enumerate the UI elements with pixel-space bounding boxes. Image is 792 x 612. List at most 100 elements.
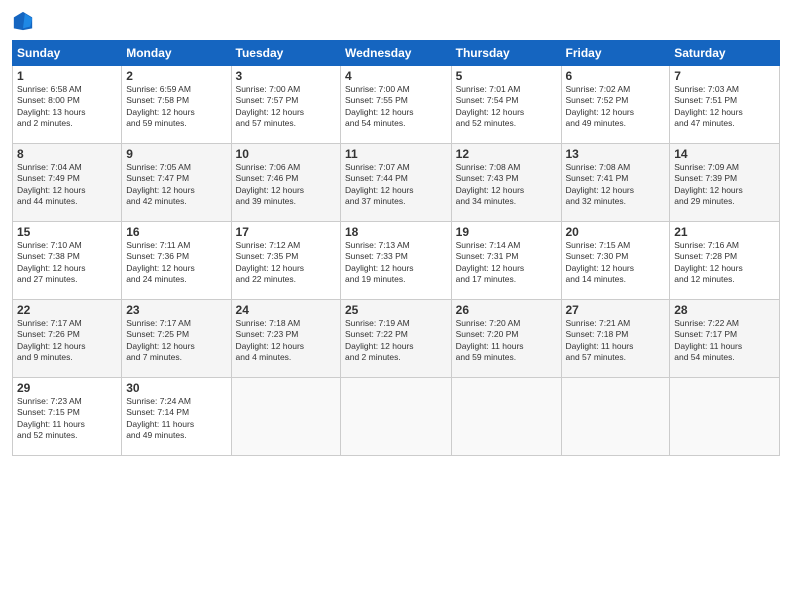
day-info: Sunrise: 7:17 AM Sunset: 7:25 PM Dayligh… xyxy=(126,318,226,364)
column-header-friday: Friday xyxy=(561,41,670,66)
day-info: Sunrise: 7:10 AM Sunset: 7:38 PM Dayligh… xyxy=(17,240,117,286)
day-info: Sunrise: 7:00 AM Sunset: 7:57 PM Dayligh… xyxy=(236,84,336,130)
day-number: 29 xyxy=(17,381,117,395)
day-number: 6 xyxy=(566,69,666,83)
calendar-cell: 30Sunrise: 7:24 AM Sunset: 7:14 PM Dayli… xyxy=(122,378,231,456)
day-info: Sunrise: 7:07 AM Sunset: 7:44 PM Dayligh… xyxy=(345,162,447,208)
calendar-cell: 7Sunrise: 7:03 AM Sunset: 7:51 PM Daylig… xyxy=(670,66,780,144)
day-info: Sunrise: 7:08 AM Sunset: 7:43 PM Dayligh… xyxy=(456,162,557,208)
day-number: 23 xyxy=(126,303,226,317)
day-info: Sunrise: 7:20 AM Sunset: 7:20 PM Dayligh… xyxy=(456,318,557,364)
logo-icon xyxy=(12,10,34,32)
day-number: 20 xyxy=(566,225,666,239)
calendar-cell: 8Sunrise: 7:04 AM Sunset: 7:49 PM Daylig… xyxy=(13,144,122,222)
day-info: Sunrise: 7:17 AM Sunset: 7:26 PM Dayligh… xyxy=(17,318,117,364)
day-number: 25 xyxy=(345,303,447,317)
day-info: Sunrise: 7:06 AM Sunset: 7:46 PM Dayligh… xyxy=(236,162,336,208)
column-header-tuesday: Tuesday xyxy=(231,41,340,66)
calendar-week-1: 1Sunrise: 6:58 AM Sunset: 8:00 PM Daylig… xyxy=(13,66,780,144)
day-number: 30 xyxy=(126,381,226,395)
calendar-week-3: 15Sunrise: 7:10 AM Sunset: 7:38 PM Dayli… xyxy=(13,222,780,300)
day-info: Sunrise: 7:24 AM Sunset: 7:14 PM Dayligh… xyxy=(126,396,226,442)
calendar-cell: 3Sunrise: 7:00 AM Sunset: 7:57 PM Daylig… xyxy=(231,66,340,144)
calendar-header-row: SundayMondayTuesdayWednesdayThursdayFrid… xyxy=(13,41,780,66)
day-number: 28 xyxy=(674,303,775,317)
day-info: Sunrise: 7:02 AM Sunset: 7:52 PM Dayligh… xyxy=(566,84,666,130)
column-header-monday: Monday xyxy=(122,41,231,66)
calendar-cell: 19Sunrise: 7:14 AM Sunset: 7:31 PM Dayli… xyxy=(451,222,561,300)
day-info: Sunrise: 7:14 AM Sunset: 7:31 PM Dayligh… xyxy=(456,240,557,286)
day-info: Sunrise: 7:22 AM Sunset: 7:17 PM Dayligh… xyxy=(674,318,775,364)
day-info: Sunrise: 7:21 AM Sunset: 7:18 PM Dayligh… xyxy=(566,318,666,364)
calendar-cell: 28Sunrise: 7:22 AM Sunset: 7:17 PM Dayli… xyxy=(670,300,780,378)
calendar-table: SundayMondayTuesdayWednesdayThursdayFrid… xyxy=(12,40,780,456)
calendar-cell: 18Sunrise: 7:13 AM Sunset: 7:33 PM Dayli… xyxy=(341,222,452,300)
day-number: 1 xyxy=(17,69,117,83)
calendar-cell: 10Sunrise: 7:06 AM Sunset: 7:46 PM Dayli… xyxy=(231,144,340,222)
day-number: 8 xyxy=(17,147,117,161)
day-number: 3 xyxy=(236,69,336,83)
page-container: SundayMondayTuesdayWednesdayThursdayFrid… xyxy=(0,0,792,612)
day-number: 10 xyxy=(236,147,336,161)
day-info: Sunrise: 6:58 AM Sunset: 8:00 PM Dayligh… xyxy=(17,84,117,130)
header xyxy=(12,10,780,32)
day-number: 15 xyxy=(17,225,117,239)
day-number: 4 xyxy=(345,69,447,83)
day-info: Sunrise: 7:13 AM Sunset: 7:33 PM Dayligh… xyxy=(345,240,447,286)
day-number: 2 xyxy=(126,69,226,83)
day-number: 14 xyxy=(674,147,775,161)
calendar-cell: 22Sunrise: 7:17 AM Sunset: 7:26 PM Dayli… xyxy=(13,300,122,378)
day-number: 22 xyxy=(17,303,117,317)
calendar-cell: 20Sunrise: 7:15 AM Sunset: 7:30 PM Dayli… xyxy=(561,222,670,300)
day-number: 13 xyxy=(566,147,666,161)
day-info: Sunrise: 7:15 AM Sunset: 7:30 PM Dayligh… xyxy=(566,240,666,286)
calendar-cell: 9Sunrise: 7:05 AM Sunset: 7:47 PM Daylig… xyxy=(122,144,231,222)
calendar-cell: 14Sunrise: 7:09 AM Sunset: 7:39 PM Dayli… xyxy=(670,144,780,222)
day-info: Sunrise: 7:03 AM Sunset: 7:51 PM Dayligh… xyxy=(674,84,775,130)
calendar-week-4: 22Sunrise: 7:17 AM Sunset: 7:26 PM Dayli… xyxy=(13,300,780,378)
day-info: Sunrise: 7:00 AM Sunset: 7:55 PM Dayligh… xyxy=(345,84,447,130)
calendar-cell: 6Sunrise: 7:02 AM Sunset: 7:52 PM Daylig… xyxy=(561,66,670,144)
calendar-cell: 11Sunrise: 7:07 AM Sunset: 7:44 PM Dayli… xyxy=(341,144,452,222)
calendar-cell xyxy=(670,378,780,456)
day-info: Sunrise: 7:16 AM Sunset: 7:28 PM Dayligh… xyxy=(674,240,775,286)
day-number: 5 xyxy=(456,69,557,83)
calendar-cell: 4Sunrise: 7:00 AM Sunset: 7:55 PM Daylig… xyxy=(341,66,452,144)
calendar-cell xyxy=(561,378,670,456)
calendar-cell xyxy=(341,378,452,456)
calendar-cell xyxy=(451,378,561,456)
day-info: Sunrise: 7:08 AM Sunset: 7:41 PM Dayligh… xyxy=(566,162,666,208)
day-info: Sunrise: 7:01 AM Sunset: 7:54 PM Dayligh… xyxy=(456,84,557,130)
day-info: Sunrise: 7:05 AM Sunset: 7:47 PM Dayligh… xyxy=(126,162,226,208)
day-info: Sunrise: 7:04 AM Sunset: 7:49 PM Dayligh… xyxy=(17,162,117,208)
day-number: 19 xyxy=(456,225,557,239)
day-number: 9 xyxy=(126,147,226,161)
calendar-cell: 15Sunrise: 7:10 AM Sunset: 7:38 PM Dayli… xyxy=(13,222,122,300)
calendar-week-5: 29Sunrise: 7:23 AM Sunset: 7:15 PM Dayli… xyxy=(13,378,780,456)
day-info: Sunrise: 7:12 AM Sunset: 7:35 PM Dayligh… xyxy=(236,240,336,286)
day-number: 24 xyxy=(236,303,336,317)
column-header-saturday: Saturday xyxy=(670,41,780,66)
calendar-cell: 12Sunrise: 7:08 AM Sunset: 7:43 PM Dayli… xyxy=(451,144,561,222)
day-info: Sunrise: 7:19 AM Sunset: 7:22 PM Dayligh… xyxy=(345,318,447,364)
logo xyxy=(12,10,38,32)
day-number: 12 xyxy=(456,147,557,161)
calendar-cell: 13Sunrise: 7:08 AM Sunset: 7:41 PM Dayli… xyxy=(561,144,670,222)
calendar-cell: 29Sunrise: 7:23 AM Sunset: 7:15 PM Dayli… xyxy=(13,378,122,456)
day-number: 16 xyxy=(126,225,226,239)
day-number: 21 xyxy=(674,225,775,239)
calendar-cell: 27Sunrise: 7:21 AM Sunset: 7:18 PM Dayli… xyxy=(561,300,670,378)
calendar-cell: 1Sunrise: 6:58 AM Sunset: 8:00 PM Daylig… xyxy=(13,66,122,144)
day-number: 11 xyxy=(345,147,447,161)
day-number: 18 xyxy=(345,225,447,239)
calendar-cell: 21Sunrise: 7:16 AM Sunset: 7:28 PM Dayli… xyxy=(670,222,780,300)
day-info: Sunrise: 7:09 AM Sunset: 7:39 PM Dayligh… xyxy=(674,162,775,208)
day-info: Sunrise: 7:23 AM Sunset: 7:15 PM Dayligh… xyxy=(17,396,117,442)
calendar-cell: 17Sunrise: 7:12 AM Sunset: 7:35 PM Dayli… xyxy=(231,222,340,300)
calendar-cell: 5Sunrise: 7:01 AM Sunset: 7:54 PM Daylig… xyxy=(451,66,561,144)
column-header-thursday: Thursday xyxy=(451,41,561,66)
calendar-cell: 23Sunrise: 7:17 AM Sunset: 7:25 PM Dayli… xyxy=(122,300,231,378)
day-info: Sunrise: 6:59 AM Sunset: 7:58 PM Dayligh… xyxy=(126,84,226,130)
day-info: Sunrise: 7:18 AM Sunset: 7:23 PM Dayligh… xyxy=(236,318,336,364)
calendar-week-2: 8Sunrise: 7:04 AM Sunset: 7:49 PM Daylig… xyxy=(13,144,780,222)
